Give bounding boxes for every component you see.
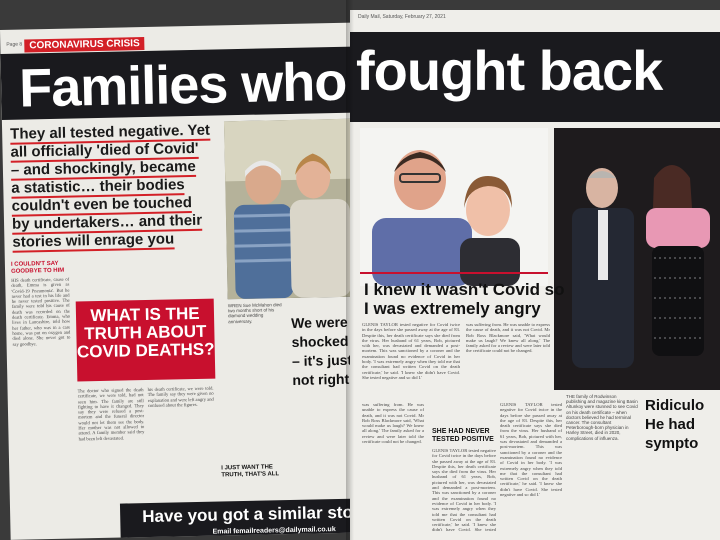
headline-left: Families who: [18, 51, 347, 119]
truth-subhead: I JUST WANT THE TRUTH, THAT'S ALL: [221, 464, 287, 479]
ridiculous-quote-line: He had: [645, 416, 696, 433]
quote-rule: [360, 272, 548, 274]
reader-cta-band: Have you got a similar story? Email fema…: [119, 498, 363, 540]
photo-caption: WREN Sue McMahon died two months short o…: [227, 302, 282, 324]
quote-body-column-2: was suffering from. He was unable to exp…: [466, 322, 550, 354]
family-photo-illustration: [554, 128, 720, 390]
headline-right: fought back: [356, 39, 663, 102]
page-folio: Page 8: [6, 41, 23, 48]
quote-body-column-1: GLENIS TAYLOR tested negative for Covid …: [362, 322, 460, 380]
left-newspaper-page: Page 8 CORONAVIRUS CRISIS Families who T…: [0, 22, 363, 540]
body-column-3: his death certificate, we were told. The…: [147, 385, 214, 408]
side-subhead: I COULDN'T SAY GOODBYE TO HIM: [10, 260, 65, 275]
cta-title: Have you got a similar story?: [142, 502, 363, 527]
never-tested-subhead-line: TESTED POSITIVE: [432, 436, 494, 443]
truth-panel-line: COVID DEATHS?: [76, 339, 215, 362]
never-tested-subhead-line: SHE HAD NEVER: [432, 428, 490, 435]
lower-body-column-2: GLENIS TAYLOR tested negative for Covid …: [432, 448, 496, 532]
couple-photo-illustration: [223, 118, 358, 300]
cta-email: Email femailreaders@dailymail.co.uk: [212, 526, 336, 536]
ridiculous-quote-line: Ridiculo: [645, 397, 705, 414]
couple-photo: [223, 118, 358, 300]
main-quote-line: I knew it wasn't Covid so: [364, 280, 565, 299]
family-photo: [554, 128, 720, 390]
page-folio: Daily Mail, Saturday, February 27, 2021: [358, 14, 446, 20]
main-quote-line: I was extremely angry: [364, 299, 541, 318]
standfirst: They all tested negative. Yet all offici…: [10, 121, 223, 253]
right-caption: THE family of Rodwinson publishing and m…: [566, 394, 638, 441]
standfirst-line: stories will enrage you: [12, 230, 175, 253]
section-kicker: CORONAVIRUS CRISIS: [24, 36, 145, 53]
lower-body-column-1: was suffering from. He was unable to exp…: [362, 402, 424, 445]
truth-subhead-line: TRUTH, THAT'S ALL: [221, 471, 280, 479]
truth-panel: WHAT IS THE TRUTH ABOUT COVID DEATHS?: [75, 298, 216, 382]
ridiculous-quote-line: sympto: [645, 435, 699, 452]
ridiculous-quote: Ridiculo He had sympto: [645, 396, 720, 453]
couple-portrait-illustration: [360, 128, 548, 286]
page-gutter-shadow: [346, 0, 354, 540]
never-tested-subhead: SHE HAD NEVER TESTED POSITIVE: [432, 428, 502, 444]
body-column-1: HIS death certificate, cause of death, E…: [11, 276, 71, 347]
right-newspaper-page: Daily Mail, Saturday, February 27, 2021 …: [350, 10, 720, 540]
main-quote-head: I knew it wasn't Covid so I was extremel…: [364, 280, 569, 318]
couple-portrait-photo: [360, 128, 548, 286]
lower-body-column-3: GLENIS TAYLOR tested negative for Covid …: [500, 402, 562, 498]
